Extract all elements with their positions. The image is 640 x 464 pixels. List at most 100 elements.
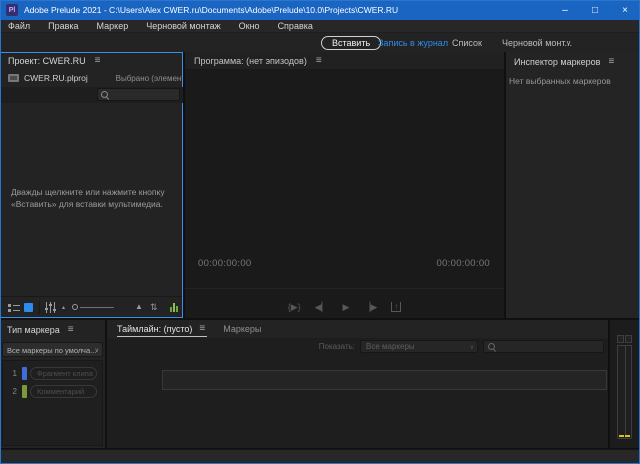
toolbar-divider [39, 301, 40, 314]
sort-icon[interactable]: ⇅ [150, 302, 158, 313]
close-button[interactable]: × [610, 0, 640, 20]
marker-number: 2 [3, 387, 17, 396]
marker-type-title[interactable]: Тип маркера [7, 325, 60, 335]
marker-type-row[interactable]: 2 Комментарий [3, 384, 102, 399]
marker-inspector-panel: Инспектор маркеров ≡ Нет выбранных марке… [506, 52, 639, 318]
transport-controls: {▶} ◀▏ ▶ ▕▶ ↑ [185, 288, 504, 318]
maximize-button[interactable]: □ [580, 0, 610, 20]
tab-markers[interactable]: Маркеры [223, 320, 261, 334]
play-button[interactable]: ▶ [343, 302, 350, 312]
marker-filter-dropdown[interactable]: Все маркеры по умолча... ∨ [2, 342, 103, 357]
show-label: Показать: [307, 342, 355, 351]
timeline-tab-label: Таймлайн: (пусто) [117, 324, 192, 334]
workspace-toolbar: Вставить Запись в журнал Список Черновой… [0, 32, 640, 52]
marker-type-panel: Тип маркера ≡ Все маркеры по умолча... ∨… [0, 320, 105, 448]
marker-color-swatch [22, 385, 27, 398]
inspector-panel-title[interactable]: Инспектор маркеров [514, 57, 600, 67]
window-controls: – □ × [550, 0, 640, 20]
project-empty-message: Дважды щелкните или нажмите кнопку «Вста… [11, 186, 171, 210]
timeline-filter-row: Показать: Все маркеры ∨ [107, 338, 608, 356]
audio-meter-panel [610, 320, 639, 448]
filter-sliders-icon[interactable] [46, 302, 55, 313]
duration-timecode[interactable]: 00:00:00:00 [437, 258, 491, 269]
project-bottom-toolbar: ▴ ▲ ⇅ [1, 296, 182, 317]
timeline-filter-dropdown[interactable]: Все маркеры ∨ [360, 340, 478, 353]
project-search-row [0, 87, 183, 103]
search-icon [488, 343, 496, 351]
ingest-button[interactable]: Вставить [321, 36, 381, 50]
marker-type-list: 1 Фрагмент клипа 2 Комментарий [2, 360, 103, 446]
title-bar[interactable]: Pl Adobe Prelude 2021 - C:\Users\Alex CW… [0, 0, 640, 20]
menu-edit[interactable]: Правка [39, 20, 87, 32]
status-bar [1, 449, 639, 463]
project-file-icon [8, 74, 19, 82]
program-panel-title[interactable]: Программа: (нет эпизодов) [194, 56, 307, 66]
marker-filter-value: Все маркеры по умолча... [7, 346, 96, 355]
thumbnail-view-icon[interactable] [24, 303, 33, 312]
workspace-tab-list[interactable]: Список [452, 38, 482, 48]
marker-type-header: Тип маркера ≡ [0, 320, 105, 335]
marker-type-menu-icon[interactable]: ≡ [68, 325, 74, 335]
step-back-button[interactable]: ◀▏ [315, 302, 329, 312]
new-item-icon[interactable] [170, 303, 179, 312]
minimize-button[interactable]: – [550, 0, 580, 20]
project-search-input[interactable] [97, 88, 180, 101]
program-panel-header: Программа: (нет эпизодов) ≡ [185, 52, 504, 69]
zoom-out-icon[interactable]: ▴ [62, 304, 65, 311]
zoom-in-icon[interactable]: ▲ [135, 302, 143, 311]
program-panel-menu-icon[interactable]: ≡ [316, 56, 322, 66]
audio-meter-channel-headers [617, 335, 632, 343]
thumbnail-size-slider[interactable] [72, 303, 114, 312]
marker-type-label: Фрагмент клипа [30, 367, 97, 380]
meter-channel-right [625, 335, 632, 343]
project-file-name: CWER.RU.plproj [24, 73, 88, 83]
workspace-tab-rough-cut[interactable]: Черновой монт... [502, 38, 572, 48]
project-panel-header: Проект: CWER.RU ≡ [0, 52, 183, 66]
menu-rough-cut[interactable]: Черновой монтаж [137, 20, 229, 32]
marker-type-label: Комментарий [30, 385, 97, 398]
program-monitor-panel: Программа: (нет эпизодов) ≡ 00:00:00:00 … [185, 52, 504, 318]
timeline-panel-menu-icon[interactable]: ≡ [199, 324, 205, 334]
timeline-panel: Таймлайн: (пусто) ≡ Маркеры Показать: Вс… [107, 320, 608, 448]
meter-divider [625, 346, 626, 438]
marker-type-row[interactable]: 1 Фрагмент клипа [3, 366, 102, 381]
inspector-panel-menu-icon[interactable]: ≡ [608, 57, 614, 67]
chevron-down-icon: ∨ [470, 344, 474, 351]
list-view-icon[interactable] [8, 304, 20, 312]
step-forward-button[interactable]: ▕▶ [363, 302, 377, 312]
project-panel: Проект: CWER.RU ≡ CWER.RU.plproj Выбрано… [0, 52, 183, 318]
search-icon [101, 91, 109, 99]
workspace-chevron-down-icon[interactable]: ∨ [566, 39, 571, 47]
export-icon[interactable]: ↑ [391, 302, 401, 312]
peak-indicator-left [619, 435, 624, 437]
menu-bar: Файл Правка Маркер Черновой монтаж Окно … [0, 20, 640, 32]
project-file-row[interactable]: CWER.RU.plproj Выбрано (элемент [0, 71, 183, 85]
project-panel-title[interactable]: Проект: CWER.RU [8, 56, 86, 66]
slider-track [80, 307, 114, 308]
audio-level-meter[interactable] [617, 345, 632, 439]
workspace-tab-logging[interactable]: Запись в журнал [378, 38, 448, 48]
timeline-filter-value: Все маркеры [366, 342, 415, 351]
menu-file[interactable]: Файл [0, 20, 39, 32]
slider-knob[interactable] [72, 304, 78, 310]
empty-timeline-track[interactable] [162, 370, 607, 390]
tab-timeline[interactable]: Таймлайн: (пусто) ≡ [117, 320, 207, 337]
menu-help[interactable]: Справка [269, 20, 322, 32]
marker-color-swatch [22, 367, 27, 380]
window-title: Adobe Prelude 2021 - C:\Users\Alex CWER.… [24, 5, 398, 15]
current-timecode[interactable]: 00:00:00:00 [198, 258, 252, 269]
project-panel-menu-icon[interactable]: ≡ [95, 56, 101, 66]
peak-indicator-right [625, 435, 630, 437]
selection-status: Выбрано (элемент [116, 74, 183, 83]
menu-marker[interactable]: Маркер [88, 20, 138, 32]
prelude-window: Pl Adobe Prelude 2021 - C:\Users\Alex CW… [0, 0, 640, 464]
inspector-empty-message: Нет выбранных маркеров [509, 76, 611, 86]
timeline-search-input[interactable] [483, 340, 604, 353]
menu-window[interactable]: Окно [230, 20, 269, 32]
chevron-down-icon: ∨ [95, 347, 99, 354]
prelude-app-icon: Pl [6, 4, 18, 16]
inspector-panel-header: Инспектор маркеров ≡ [506, 52, 639, 67]
meter-channel-left [617, 335, 624, 343]
play-in-to-out-button[interactable]: {▶} [288, 302, 301, 312]
marker-number: 1 [3, 369, 17, 378]
